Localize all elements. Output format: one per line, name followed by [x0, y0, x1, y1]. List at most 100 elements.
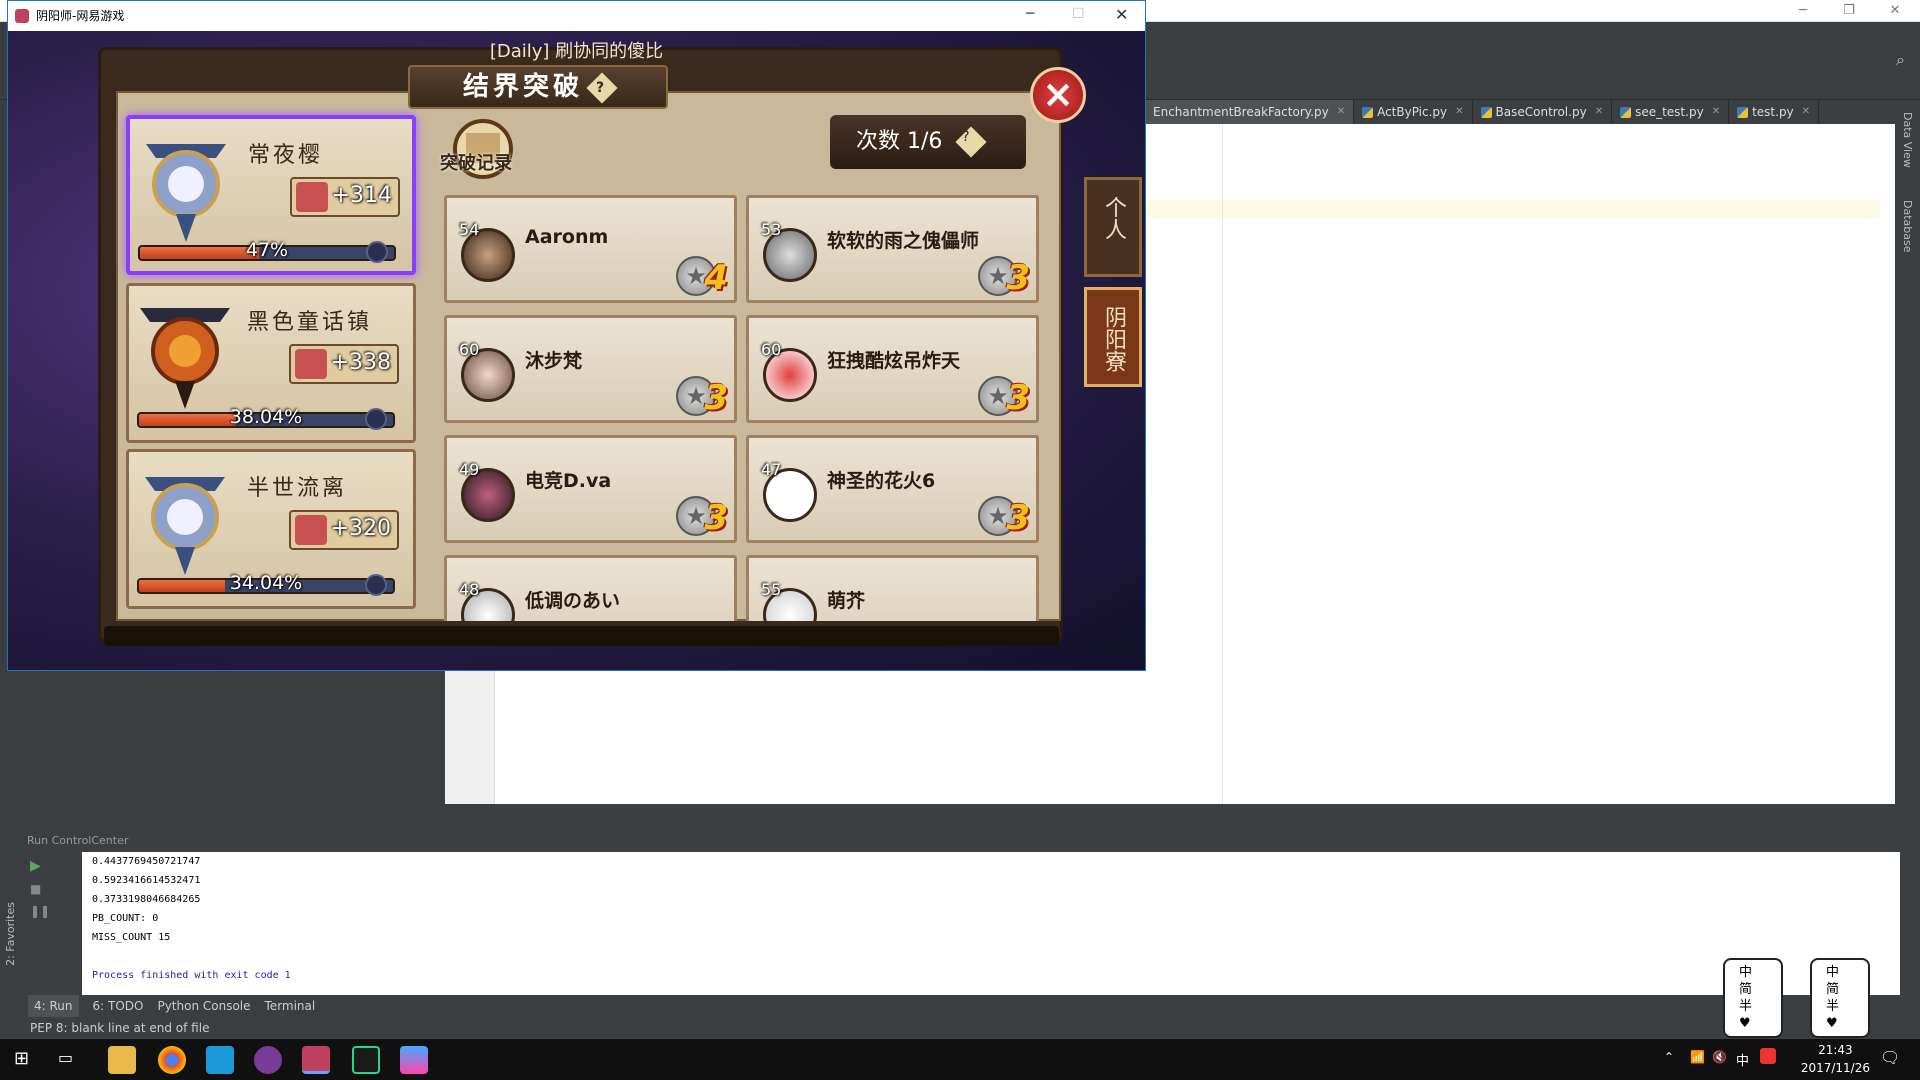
network-icon[interactable]: 📶: [1690, 1050, 1705, 1064]
run-toolbar: ▶ ■ ❚❚: [22, 852, 82, 995]
tab-terminal[interactable]: Terminal: [265, 995, 316, 1017]
chrome-icon[interactable]: [158, 1046, 186, 1074]
app-icon[interactable]: [254, 1046, 282, 1074]
frame-bottom-bar: [104, 626, 1059, 646]
guild-name: 半世流离: [247, 476, 348, 501]
pycharm-icon[interactable]: [352, 1046, 380, 1074]
editor-tab[interactable]: ActByPic.py ✕: [1354, 100, 1473, 124]
opponent-card[interactable]: 49 电竞D.va 3: [444, 435, 737, 543]
status-bar: PEP 8: blank line at end of file: [0, 1017, 1920, 1039]
attempts-text: 次数 1/6: [856, 129, 943, 154]
search-icon[interactable]: ⌕: [1896, 50, 1905, 70]
sogou-icon[interactable]: [1760, 1048, 1776, 1064]
database-tab[interactable]: Database: [1901, 200, 1914, 253]
python-file-icon: [1362, 106, 1374, 118]
app-icon[interactable]: [206, 1046, 234, 1074]
help-icon[interactable]: ?: [955, 126, 987, 158]
opponent-level: 60: [459, 340, 480, 359]
opponent-level: 47: [761, 460, 782, 479]
game-close-button[interactable]: ✕: [1115, 5, 1128, 24]
ime-indicator[interactable]: 中: [1736, 1050, 1749, 1069]
chevron-up-icon[interactable]: ⌃: [1664, 1050, 1674, 1064]
clock[interactable]: 21:43 2017/11/26: [1801, 1041, 1870, 1077]
editor-tab[interactable]: BaseControl.py ✕: [1473, 100, 1613, 124]
favorites-tab[interactable]: 2: Favorites: [4, 902, 17, 966]
tab-todo[interactable]: 6: TODO: [93, 995, 144, 1017]
game-maximize-button[interactable]: ☐: [1072, 6, 1085, 22]
medal-badge: 3: [978, 370, 1030, 418]
opponent-card[interactable]: 55 萌芥: [746, 555, 1039, 621]
editor-tab-bar: EnchantmentBreakFactory.py ✕ ActByPic.py ✕…: [1145, 100, 1920, 124]
editor-tab[interactable]: EnchantmentBreakFactory.py ✕: [1145, 100, 1355, 124]
records-label[interactable]: 突破记录: [440, 149, 512, 175]
mute-icon[interactable]: 🔇: [1712, 1050, 1727, 1064]
reward-badge: +320: [289, 510, 399, 550]
game-canvas: [Daily] 刷协同的傻比 结界突破? × 常夜樱 +314 47% 黑色童话…: [8, 31, 1145, 670]
opponent-card[interactable]: 48 低调のあい: [444, 555, 737, 621]
medal-badge: 4: [676, 250, 728, 298]
close-icon[interactable]: ✕: [1455, 100, 1463, 124]
editor-tab-label: EnchantmentBreakFactory.py: [1153, 105, 1329, 119]
onmyoji-game-icon[interactable]: [302, 1046, 330, 1074]
close-icon[interactable]: ✕: [1802, 100, 1810, 124]
stop-icon[interactable]: ■: [30, 882, 41, 896]
run-play-icon[interactable]: ▶: [30, 858, 41, 874]
guild-card[interactable]: 半世流离 +320 34.04%: [126, 449, 416, 609]
right-tool-strip: Data View Database: [1895, 100, 1920, 830]
ide-close-button[interactable]: ✕: [1872, 0, 1918, 22]
restore-button[interactable]: ❐: [1826, 0, 1872, 22]
opponent-name: 电竞D.va: [525, 470, 612, 492]
guild-card[interactable]: 常夜樱 +314 47%: [126, 115, 416, 275]
close-icon[interactable]: ✕: [1595, 100, 1603, 124]
opponent-name: 软软的雨之傀儡师: [827, 230, 980, 252]
tab-personal[interactable]: 个人: [1084, 177, 1142, 277]
game-minimize-button[interactable]: ─: [1026, 6, 1034, 22]
editor-tab[interactable]: see_test.py ✕: [1612, 100, 1730, 124]
opponent-card[interactable]: 54 Aaronm 4: [444, 195, 737, 303]
notification-icon[interactable]: 🗨: [1880, 1048, 1900, 1067]
sticker-text: 中 简 半 ♥: [1826, 965, 1840, 1031]
tab-python-console[interactable]: Python Console: [157, 995, 250, 1017]
close-icon[interactable]: ✕: [1337, 100, 1345, 124]
panel-close-button[interactable]: ×: [1030, 67, 1086, 123]
opponent-card[interactable]: 53 软软的雨之傀儡师 3: [746, 195, 1039, 303]
opponent-level: 49: [459, 460, 480, 479]
minimize-button[interactable]: ─: [1780, 0, 1826, 22]
guild-name: 黑色童话镇: [247, 310, 373, 335]
file-explorer-icon[interactable]: [108, 1046, 136, 1074]
data-view-tab[interactable]: Data View: [1901, 112, 1914, 168]
clock-time: 21:43: [1818, 1043, 1853, 1057]
tab-run[interactable]: 4: Run: [28, 995, 79, 1017]
pause-icon[interactable]: ❚❚: [30, 904, 50, 918]
medal-count: 3: [1006, 498, 1030, 538]
guild-card[interactable]: 黑色童话镇 +338 38.04%: [126, 283, 416, 443]
python-file-icon: [1737, 106, 1749, 118]
opponent-level: 54: [459, 220, 480, 239]
opponent-card[interactable]: 60 狂拽酷炫吊炸天 3: [746, 315, 1039, 423]
opponent-name: 低调のあい: [525, 590, 621, 612]
opponent-grid: 54 Aaronm 4 53 软软的雨之傀儡师 3 60 沐步梵 3 60 狂拽…: [436, 191, 1050, 621]
close-icon[interactable]: ✕: [1712, 100, 1720, 124]
console-line: PB_COUNT: 0: [92, 913, 159, 924]
windows-start-icon[interactable]: ⊞: [14, 1048, 29, 1069]
opponent-name: 沐步梵: [525, 350, 583, 372]
opponent-card[interactable]: 60 沐步梵 3: [444, 315, 737, 423]
game-window: 阴阳师-网易游戏 ─ ☐ ✕ [Daily] 刷协同的傻比 结界突破? × 常夜…: [7, 0, 1146, 671]
editor-tab[interactable]: test.py ✕: [1729, 100, 1820, 124]
progress-label: 34.04%: [229, 572, 303, 594]
console-line: 0.5923416614532471: [92, 875, 201, 886]
favorites-strip: 2: Favorites: [0, 852, 22, 995]
sticker-image: 中 简 半 ♥: [1810, 958, 1870, 1038]
opponent-card[interactable]: 47 神圣的花火6 3: [746, 435, 1039, 543]
taskbar: [0, 1039, 1920, 1080]
medal-count: 4: [704, 258, 728, 298]
task-view-icon[interactable]: ▭: [58, 1048, 73, 1067]
editor-tab-label: ActByPic.py: [1377, 105, 1448, 119]
run-console[interactable]: 0.4437769450721747 0.5923416614532471 0.…: [82, 852, 1900, 995]
app-icon[interactable]: [400, 1046, 428, 1074]
help-icon[interactable]: ?: [586, 71, 618, 104]
reward-value: +320: [330, 516, 391, 541]
tab-guild[interactable]: 阴阳寮: [1084, 287, 1142, 387]
opponent-name: Aaronm: [525, 226, 609, 248]
